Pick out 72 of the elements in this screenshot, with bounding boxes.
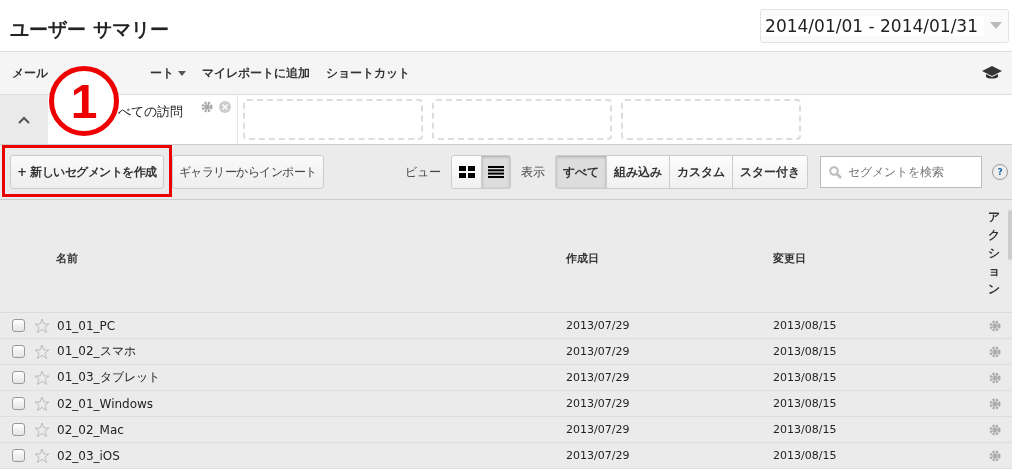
row-checkbox[interactable] — [12, 423, 25, 436]
table-cell: 2013/08/15 — [773, 371, 837, 384]
caret-icon — [990, 21, 1002, 30]
empty-segment-slot[interactable] — [243, 99, 423, 140]
gear-icon[interactable] — [989, 345, 1001, 358]
segment-label: べての訪問 — [118, 103, 183, 121]
filter-tab[interactable]: スター付き — [732, 156, 807, 188]
gear-icon[interactable] — [989, 397, 1001, 410]
empty-segment-slot[interactable] — [432, 99, 612, 140]
graduation-cap-icon[interactable] — [982, 66, 1002, 80]
row-checkbox[interactable] — [12, 319, 25, 332]
column-header: アクション — [988, 209, 1000, 298]
segment-name[interactable]: 01_01_PC — [57, 318, 116, 333]
caret-icon — [178, 70, 186, 76]
page-title: ユーザー サマリー — [10, 16, 169, 42]
menu-item[interactable]: マイレポートに追加 — [202, 64, 310, 82]
filter-tab[interactable]: 組み込み — [606, 156, 669, 188]
table-cell: 2013/08/15 — [773, 345, 837, 358]
collapse-button[interactable] — [0, 95, 48, 144]
table-cell: 2013/08/15 — [773, 423, 837, 436]
table-cell: 2013/08/15 — [773, 397, 837, 410]
star-icon[interactable] — [34, 447, 50, 464]
import-button[interactable]: ギャラリーからインポート — [171, 155, 324, 189]
segment-name[interactable]: 01_03_タブレット — [57, 369, 160, 386]
segment-name[interactable]: 01_02_スマホ — [57, 343, 136, 360]
star-icon[interactable] — [34, 343, 50, 360]
menu-item[interactable]: メール — [12, 64, 48, 82]
row-checkbox[interactable] — [12, 397, 25, 410]
table-cell: 2013/07/29 — [566, 319, 630, 332]
row-checkbox[interactable] — [12, 345, 25, 358]
table-cell: 2013/08/15 — [773, 319, 837, 332]
table-cell: 2013/07/29 — [566, 449, 630, 462]
view-label: ビュー — [405, 163, 441, 181]
row-checkbox[interactable] — [12, 449, 25, 462]
menu-item[interactable]: ショートカット — [326, 64, 410, 82]
gear-icon[interactable] — [989, 319, 1001, 332]
grid-icon — [458, 166, 475, 178]
table-cell: 2013/07/29 — [566, 345, 630, 358]
search-icon — [829, 166, 842, 179]
star-icon[interactable] — [34, 395, 50, 412]
table-cell: 2013/07/29 — [566, 397, 630, 410]
search-field[interactable]: セグメントを検索 — [820, 156, 982, 188]
table-cell: 2013/07/29 — [566, 423, 630, 436]
filter-tab[interactable]: カスタム — [669, 156, 732, 188]
column-header[interactable]: 変更日 — [773, 251, 806, 266]
gear-icon[interactable] — [201, 101, 213, 113]
segment-name[interactable]: 02_01_Windows — [57, 396, 154, 411]
star-icon[interactable] — [34, 317, 50, 334]
star-icon[interactable] — [34, 369, 50, 386]
segment-name[interactable]: 02_03_iOS — [57, 448, 120, 463]
gear-icon[interactable] — [989, 371, 1001, 384]
gear-icon[interactable] — [989, 449, 1001, 462]
table-cell: 2013/08/15 — [773, 449, 837, 462]
list-view-button[interactable] — [481, 156, 510, 188]
create-segment-button[interactable]: + 新しいセグメントを作成 — [10, 155, 164, 189]
date-range-picker[interactable]: 2014/01/01 - 2014/01/31 — [760, 8, 1009, 43]
gear-icon[interactable] — [989, 423, 1001, 436]
filter-tab[interactable]: すべて — [556, 156, 606, 188]
segment-name[interactable]: 02_02_Mac — [57, 422, 124, 437]
filter-label: 表示 — [521, 163, 545, 181]
star-icon[interactable] — [34, 421, 50, 438]
column-header[interactable]: 名前 — [56, 251, 78, 266]
grid-view-button[interactable] — [452, 156, 481, 188]
list-icon — [488, 166, 504, 178]
help-icon[interactable]: ? — [992, 164, 1008, 180]
row-checkbox[interactable] — [12, 371, 25, 384]
column-header[interactable]: 作成日 — [566, 251, 599, 266]
menu-item[interactable]: ート — [150, 64, 186, 82]
empty-segment-slot[interactable] — [621, 99, 801, 140]
chevron-up-icon — [18, 115, 30, 124]
table-cell: 2013/07/29 — [566, 371, 630, 384]
remove-icon[interactable] — [219, 101, 231, 113]
